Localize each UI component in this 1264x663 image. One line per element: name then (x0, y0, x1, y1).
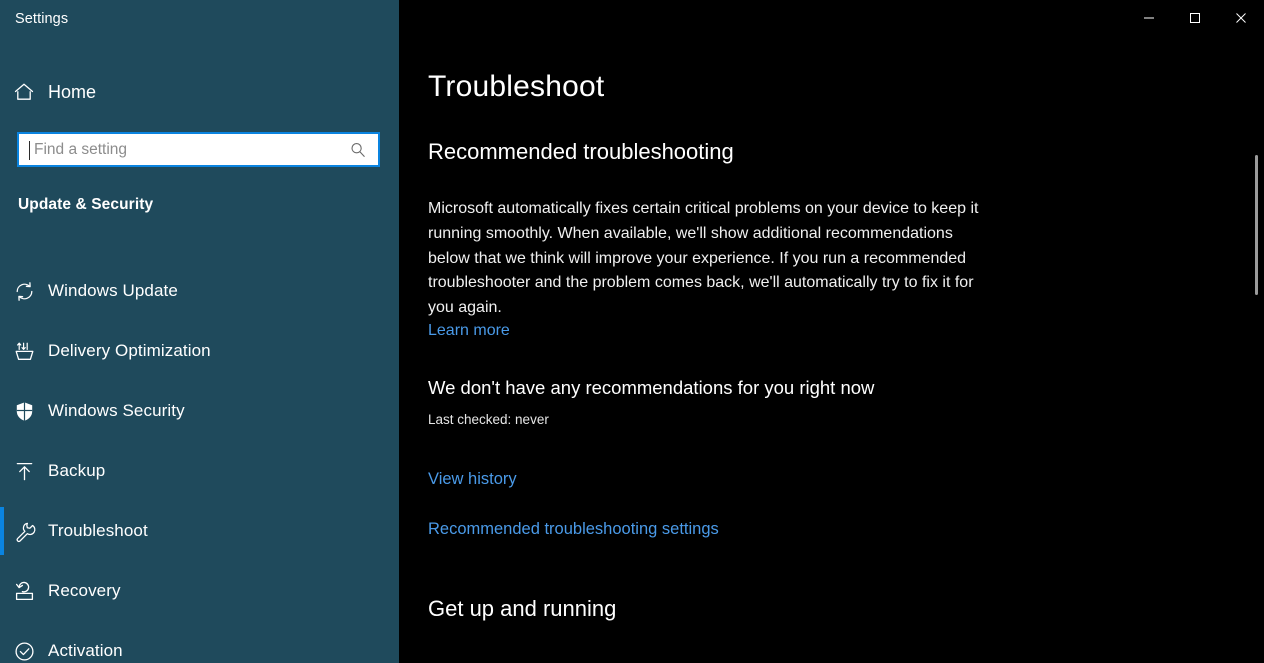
sidebar-item-backup[interactable]: Backup (0, 441, 399, 501)
shield-icon (0, 400, 48, 423)
minimize-icon (1143, 12, 1155, 27)
search-icon[interactable] (346, 141, 370, 159)
sidebar-item-activation[interactable]: Activation (0, 621, 399, 663)
sidebar-item-home[interactable]: Home (0, 72, 399, 112)
delivery-icon (0, 340, 48, 363)
restore-icon (0, 580, 48, 603)
recommended-troubleshooting-body: Microsoft automatically fixes certain cr… (428, 200, 979, 317)
sidebar-item-windows-security[interactable]: Windows Security (0, 381, 399, 441)
recommended-troubleshooting-heading: Recommended troubleshooting (428, 139, 734, 164)
learn-more-link[interactable]: Learn more (428, 322, 510, 340)
sidebar-item-label: Recovery (48, 581, 121, 600)
view-history-link[interactable]: View history (428, 470, 517, 489)
recommendations-status: We don't have any recommendations for yo… (428, 377, 875, 398)
sidebar-item-label: Windows Update (48, 281, 178, 300)
scrollbar[interactable] (1248, 38, 1264, 663)
get-up-and-running-heading: Get up and running (428, 596, 617, 621)
selection-indicator (0, 567, 4, 615)
sidebar-item-home-label: Home (48, 81, 97, 102)
scrollbar-thumb[interactable] (1255, 155, 1258, 295)
close-button[interactable] (1218, 0, 1264, 38)
maximize-button[interactable] (1172, 0, 1218, 38)
search-caret (29, 141, 30, 160)
check-circle-icon (0, 640, 48, 663)
main-content: Troubleshoot Recommended troubleshooting… (399, 0, 1264, 663)
recommended-troubleshooting-settings-link[interactable]: Recommended troubleshooting settings (428, 520, 719, 539)
sync-icon (0, 280, 48, 303)
wrench-icon (0, 520, 48, 543)
settings-window: Settings Home Update & Security (0, 0, 1264, 663)
sidebar-item-windows-update[interactable]: Windows Update (0, 261, 399, 321)
sidebar-item-label: Backup (48, 461, 106, 480)
sidebar: Settings Home Update & Security (0, 0, 399, 663)
upload-arrow-icon (0, 460, 48, 483)
window-controls (1126, 0, 1264, 38)
sidebar-nav: Windows Update Delivery Optimization Win… (0, 261, 399, 663)
sidebar-item-troubleshoot[interactable]: Troubleshoot (0, 501, 399, 561)
sidebar-item-label: Windows Security (48, 401, 185, 420)
maximize-icon (1189, 12, 1201, 27)
selection-indicator (0, 327, 4, 375)
selection-indicator (0, 387, 4, 435)
sidebar-section-title: Update & Security (18, 196, 154, 213)
selection-indicator (0, 447, 4, 495)
search-input[interactable] (19, 134, 346, 165)
page-title: Troubleshoot (428, 70, 605, 103)
minimize-button[interactable] (1126, 0, 1172, 38)
sidebar-item-delivery-optimization[interactable]: Delivery Optimization (0, 321, 399, 381)
app-title: Settings (15, 11, 69, 27)
selection-indicator (0, 627, 4, 663)
sidebar-item-label: Activation (48, 641, 123, 660)
sidebar-item-recovery[interactable]: Recovery (0, 561, 399, 621)
selection-indicator (0, 267, 4, 315)
selection-indicator (0, 507, 4, 555)
close-icon (1235, 12, 1247, 27)
last-checked-text: Last checked: never (428, 412, 549, 427)
sidebar-item-label: Delivery Optimization (48, 341, 211, 360)
search-box[interactable] (17, 132, 380, 167)
sidebar-item-label: Troubleshoot (48, 521, 148, 540)
home-icon (0, 81, 48, 103)
